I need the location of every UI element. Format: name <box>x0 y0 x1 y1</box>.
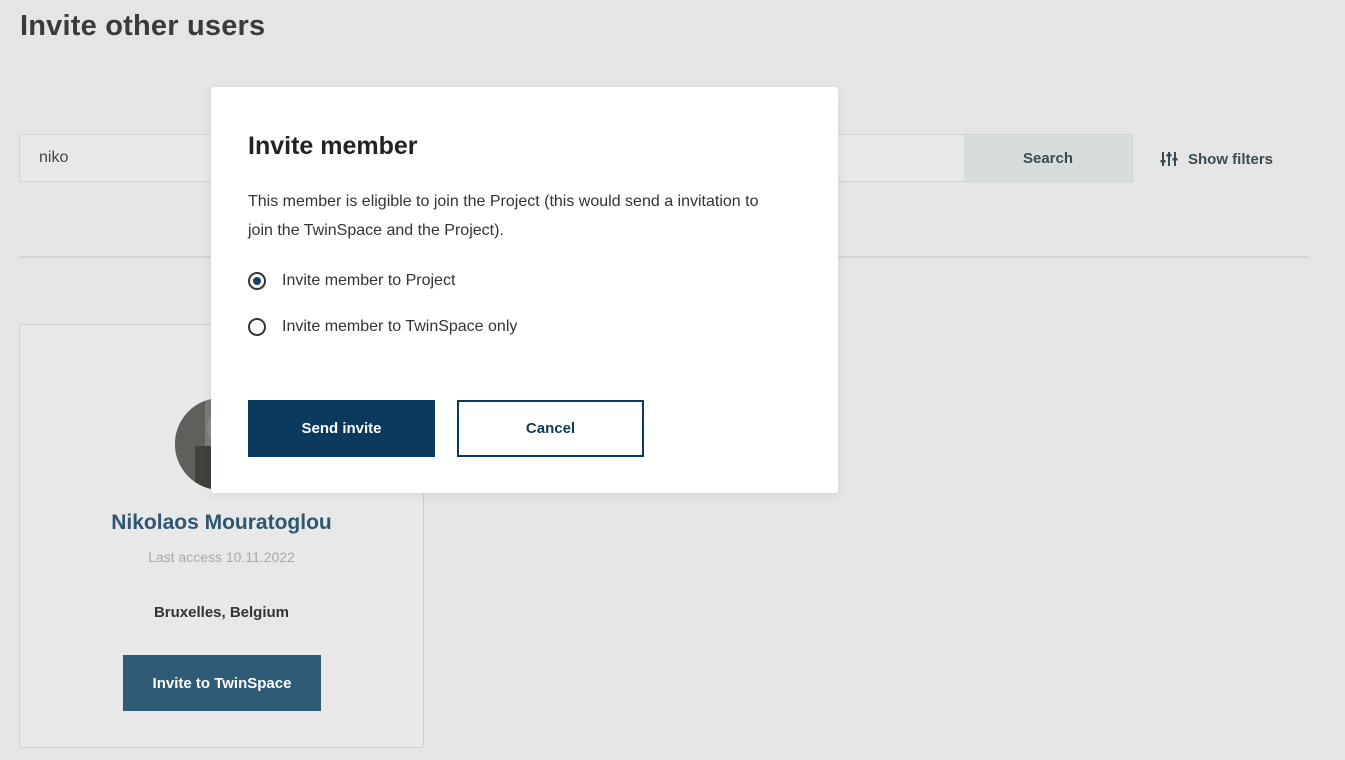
radio-selected-icon[interactable] <box>248 272 266 290</box>
user-location: Bruxelles, Belgium <box>153 604 290 621</box>
radio-unselected-icon[interactable] <box>248 318 266 336</box>
radio-invite-twinspace-label: Invite member to TwinSpace only <box>282 318 518 335</box>
search-button[interactable]: Search <box>964 135 1132 181</box>
page-background: Invite other users Search Show filters <box>0 0 1345 760</box>
invite-member-modal: Invite member This member is eligible to… <box>211 87 838 493</box>
modal-description: This member is eligible to join the Proj… <box>248 193 759 239</box>
last-access-text: Last access 10.11.2022 <box>148 549 295 565</box>
sliders-icon <box>1160 150 1178 168</box>
radio-invite-project[interactable]: Invite member to Project <box>248 272 455 290</box>
send-invite-button[interactable]: Send invite <box>248 400 435 457</box>
show-filters-label: Show filters <box>1188 150 1274 168</box>
radio-invite-twinspace[interactable]: Invite member to TwinSpace only <box>248 318 517 336</box>
invite-to-twinspace-button[interactable]: Invite to TwinSpace <box>123 655 321 711</box>
radio-invite-project-label: Invite member to Project <box>282 272 456 289</box>
page-title: Invite other users <box>20 10 266 42</box>
modal-title: Invite member <box>248 132 418 160</box>
user-name[interactable]: Nikolaos Mouratoglou <box>20 511 423 535</box>
show-filters-button[interactable]: Show filters <box>1160 148 1273 170</box>
cancel-button[interactable]: Cancel <box>457 400 644 457</box>
